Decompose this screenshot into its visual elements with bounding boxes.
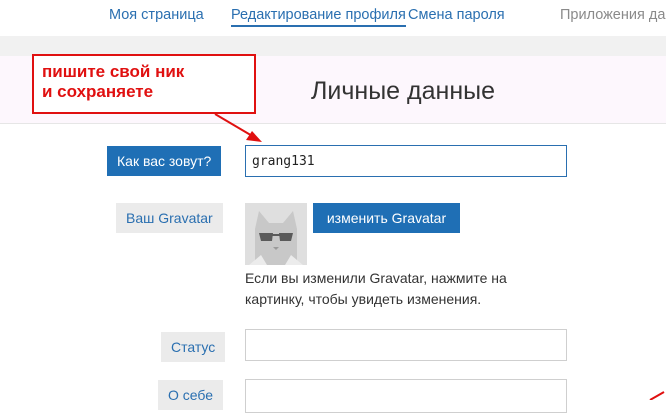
cat-with-sunglasses-icon (245, 203, 307, 265)
status-input[interactable] (245, 329, 567, 361)
nav-apps[interactable]: Приложения да (560, 7, 665, 23)
status-field-label: Статус (161, 332, 226, 362)
annotation-text: пишите свой ник и сохраняете (42, 62, 185, 101)
change-gravatar-button[interactable]: изменить Gravatar (313, 203, 460, 233)
name-field-label: Как вас зовут? (107, 146, 222, 176)
top-navigation: Моя страница Редактирование профиля Смен… (0, 0, 666, 36)
nav-change-password[interactable]: Смена пароля (408, 7, 505, 23)
annotation-arrow-tail-icon (649, 391, 665, 400)
nav-my-page[interactable]: Моя страница (109, 7, 204, 23)
page-title: Личные данные (311, 77, 495, 105)
gravatar-label: Ваш Gravatar (116, 203, 223, 233)
annotation-callout: пишите свой ник и сохраняете (32, 54, 256, 114)
gravatar-hint: Если вы изменили Gravatar, нажмите на ка… (245, 270, 507, 307)
about-field-label: О себе (158, 380, 224, 410)
about-input[interactable] (245, 379, 567, 413)
nav-divider-band (0, 36, 666, 56)
name-input[interactable] (245, 145, 567, 177)
nav-edit-profile[interactable]: Редактирование профиля (231, 7, 406, 27)
avatar[interactable] (245, 203, 307, 265)
